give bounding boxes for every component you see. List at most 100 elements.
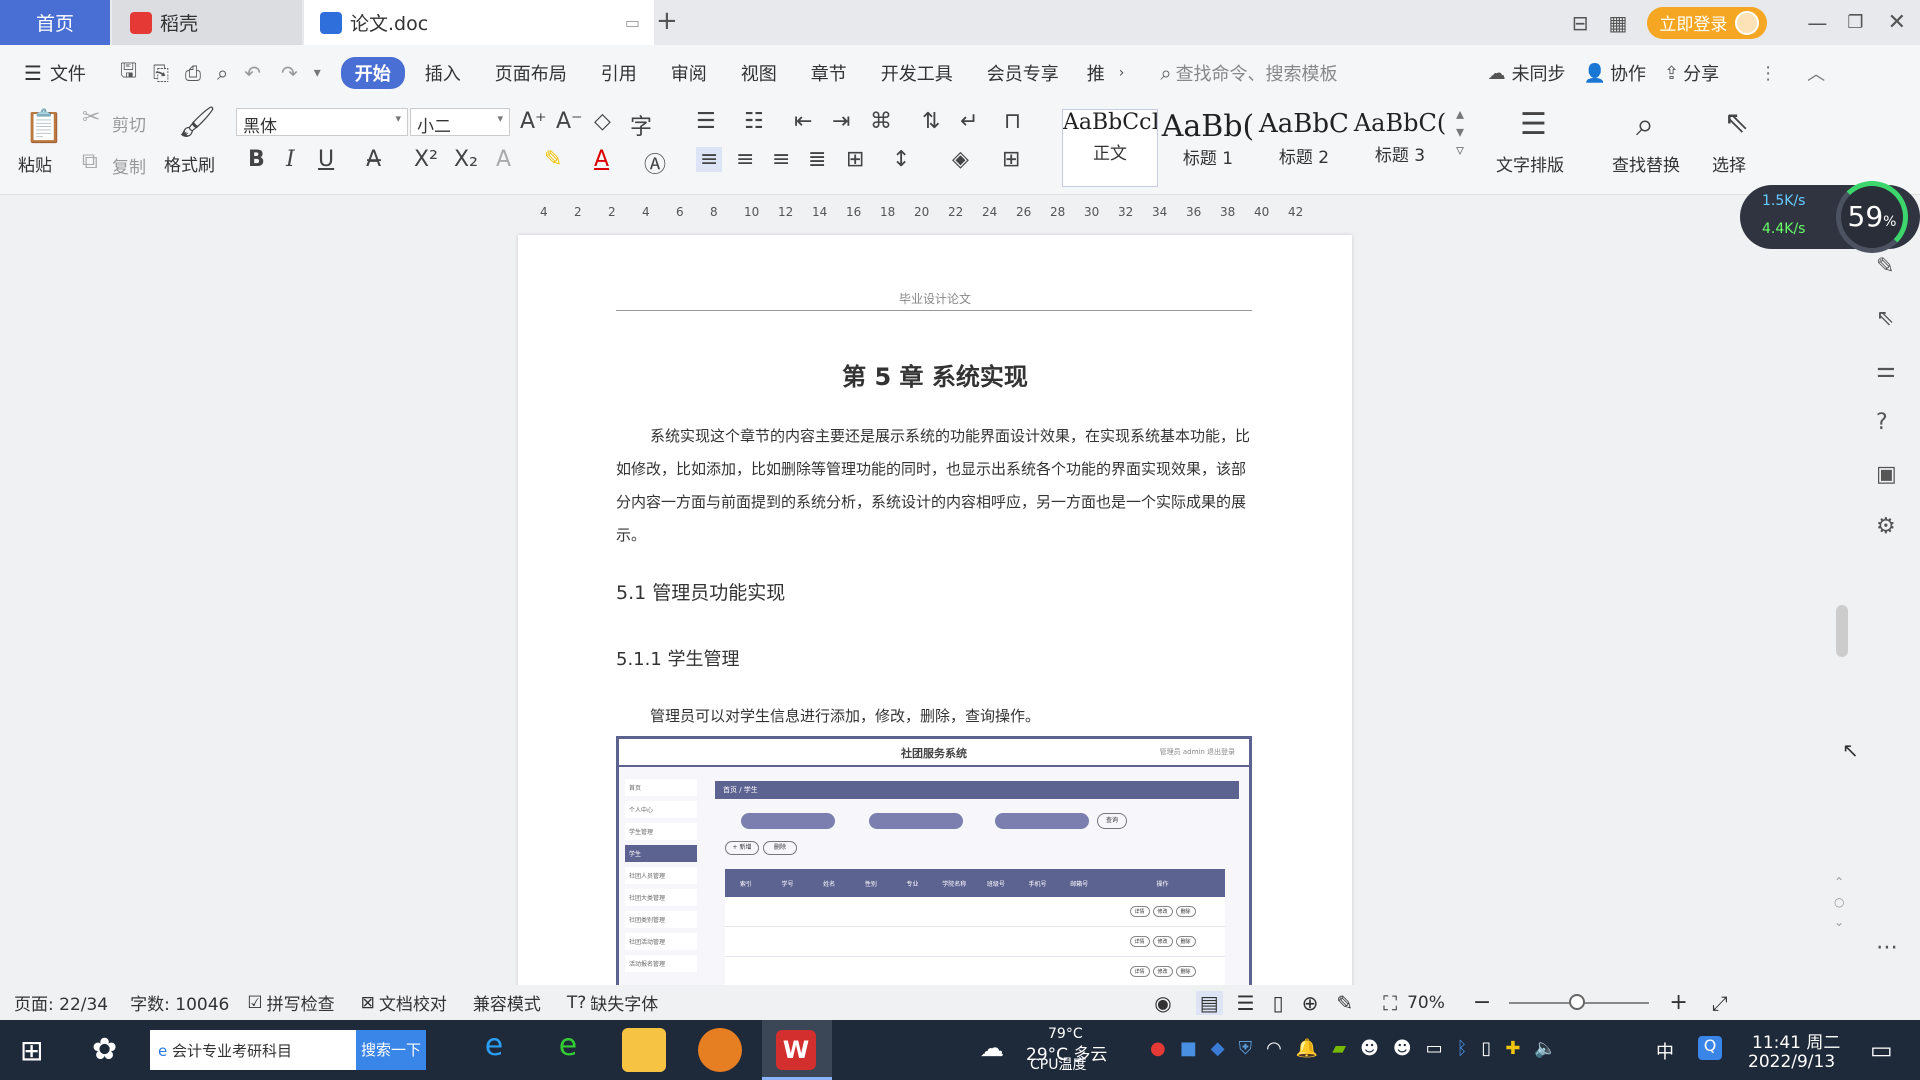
menu-references[interactable]: 引用 [587,60,651,86]
tray-app-icon[interactable]: ● [1150,1038,1166,1062]
taskbar-search-button[interactable]: 搜索一下 [356,1030,426,1070]
menu-start[interactable]: 开始 [340,57,405,89]
bluetooth-icon[interactable]: ᛒ [1457,1038,1468,1062]
bold-icon[interactable]: B [248,147,265,172]
save-icon[interactable]: 🖫 [120,56,137,90]
image-tool-icon[interactable]: ▣ [1876,462,1897,487]
new-tab-icon[interactable]: + [656,6,678,36]
reading-view-icon[interactable]: ▯ [1273,991,1284,1015]
numbered-list-icon[interactable]: ☷ [744,109,764,134]
cut-button[interactable]: 剪切 [112,111,146,136]
outline-view-icon[interactable]: ☰ [1237,991,1255,1015]
decrease-indent-icon[interactable]: ⇤ [794,109,812,134]
usb-icon[interactable]: ▯ [1481,1038,1491,1062]
plugin-icon[interactable]: ⚙ [1876,514,1896,539]
distribute-icon[interactable]: ⊞ [846,147,864,172]
text-layout-button[interactable]: 文字排版 [1496,151,1564,176]
input-method-icon[interactable]: Q [1698,1036,1722,1060]
tab-stop-icon[interactable]: ⊓ [1004,109,1021,134]
nvidia-icon[interactable]: ▰ [1332,1038,1346,1062]
clock-date[interactable]: 2022/9/13 [1748,1052,1835,1072]
menu-insert[interactable]: 插入 [411,60,475,86]
underline-icon[interactable]: U [318,147,334,172]
zoom-slider-thumb[interactable] [1569,993,1586,1010]
zoom-slider[interactable] [1509,993,1650,1010]
help-icon[interactable]: ? [1876,410,1888,435]
wps-app-icon[interactable]: W [762,1020,832,1080]
tab-home[interactable]: 首页 [0,0,110,45]
taskbar-search-input[interactable]: e 会计专业考研科目 [150,1030,356,1070]
tray-app-icon[interactable]: ■ [1180,1038,1197,1062]
show-marks-icon[interactable]: ↵ [960,109,978,134]
web-view-icon[interactable]: ⊕ [1302,991,1319,1015]
tray-app-icon[interactable]: ✚ [1505,1038,1520,1062]
qq-icon[interactable]: ☻ [1360,1038,1379,1062]
close-icon[interactable]: ✕ [1888,10,1906,35]
pointer-icon[interactable]: ⇖ [1876,306,1894,331]
font-color-icon[interactable]: A [594,147,609,172]
phonetic-icon[interactable]: 字 [630,109,652,141]
chinese-layout-icon[interactable]: ⌘ [870,109,892,134]
login-button[interactable]: 立即登录 [1647,6,1768,39]
vertical-scrollbar[interactable] [1836,605,1848,657]
game-app-icon[interactable] [698,1028,742,1072]
spell-check-button[interactable]: 拼写检查 [267,990,335,1015]
tab-document[interactable]: 论文.doc ▭ [304,0,654,45]
clock-time[interactable]: 11:41 周二 [1752,1028,1840,1053]
command-search-input[interactable]: 查找命令、搜索模板 [1176,60,1338,86]
style-normal[interactable]: AaBbCcI 正文 [1062,109,1158,187]
borders-icon[interactable]: ⊞ [1002,147,1020,172]
qq-icon[interactable]: ☻ [1393,1038,1412,1062]
collapse-ribbon-icon[interactable]: ︿ [1807,60,1825,86]
style-heading3[interactable]: AaBbC(标题 3 [1352,109,1448,187]
highlight-icon[interactable]: ✎ [544,147,562,172]
preview-icon[interactable]: ⌕ [217,61,228,85]
horizontal-ruler[interactable]: 4 2 2 4 6 8 10 12 14 16 18 20 22 24 26 28 30 32 34 36 38 40 42 [540,201,1340,225]
menu-view[interactable]: 视图 [727,60,791,86]
file-explorer-icon[interactable] [622,1028,666,1072]
write-view-icon[interactable]: ✎ [1336,991,1353,1015]
battery-icon[interactable]: ▭ [1426,1038,1443,1062]
ie-icon[interactable]: e [472,1028,516,1072]
style-heading1[interactable]: AaBb(标题 1 [1160,109,1256,187]
restore-icon[interactable]: ❐ [1847,12,1863,33]
embedded-screenshot[interactable]: 社团服务系统 管理员 admin 退出登录 首页 个人中心 学生管理 学生 社团人员管理… [616,736,1252,995]
align-left-icon[interactable]: ≡ [696,147,723,172]
increase-indent-icon[interactable]: ⇥ [832,109,850,134]
bullet-list-icon[interactable]: ☰ [696,109,716,134]
layout-icon[interactable]: ⊟ [1572,11,1589,35]
tray-app-icon[interactable]: ◆ [1211,1038,1225,1062]
find-replace-button[interactable]: 查找替换 [1612,151,1680,176]
app-launcher-icon[interactable]: ✿ [92,1032,117,1067]
chevron-right-icon[interactable]: › [1119,65,1125,81]
monitor-icon[interactable]: ▭ [625,13,640,32]
justify-icon[interactable]: ≣ [808,147,826,172]
page-view-icon[interactable]: ▤ [1195,990,1223,1015]
style-heading2[interactable]: AaBbC 标题 2 [1256,109,1352,187]
font-family-select[interactable]: 黑体 ▾ [236,108,408,137]
menu-file[interactable]: 文件 [42,60,100,86]
superscript-icon[interactable]: X² [414,147,438,172]
share-button[interactable]: 分享 [1683,60,1719,86]
menu-vip[interactable]: 会员专享 [973,60,1073,86]
eye-protect-icon[interactable]: ◉ [1154,991,1171,1015]
font-size-select[interactable]: 小二 ▾ [410,108,510,137]
format-painter-button[interactable]: 格式刷 [164,151,215,176]
strikethrough-icon[interactable]: A̶ [366,147,381,172]
menu-layout[interactable]: 页面布局 [481,60,581,86]
italic-icon[interactable]: I [286,147,295,172]
styles-scroll-icon[interactable]: ▴ ▾ ▿ [1456,105,1464,159]
shading-icon[interactable]: ◈ [952,147,969,172]
shield-icon[interactable]: ⛨ [1239,1038,1253,1062]
windows-start-icon[interactable]: ⊞ [20,1034,43,1067]
paste-icon[interactable]: 📋 [24,107,64,145]
align-center-icon[interactable]: ≡ [736,147,754,172]
notification-center-icon[interactable]: ▭ [1870,1036,1893,1064]
copy-button[interactable]: 复制 [112,153,146,178]
print-icon[interactable]: ⎙ [185,61,201,85]
ime-indicator[interactable]: 中 [1656,1038,1674,1064]
pen-icon[interactable]: ✎ [1876,254,1894,279]
browser-icon[interactable]: e [546,1028,590,1072]
menu-review[interactable]: 审阅 [657,60,721,86]
clear-format-icon[interactable]: ◇ [594,109,611,134]
